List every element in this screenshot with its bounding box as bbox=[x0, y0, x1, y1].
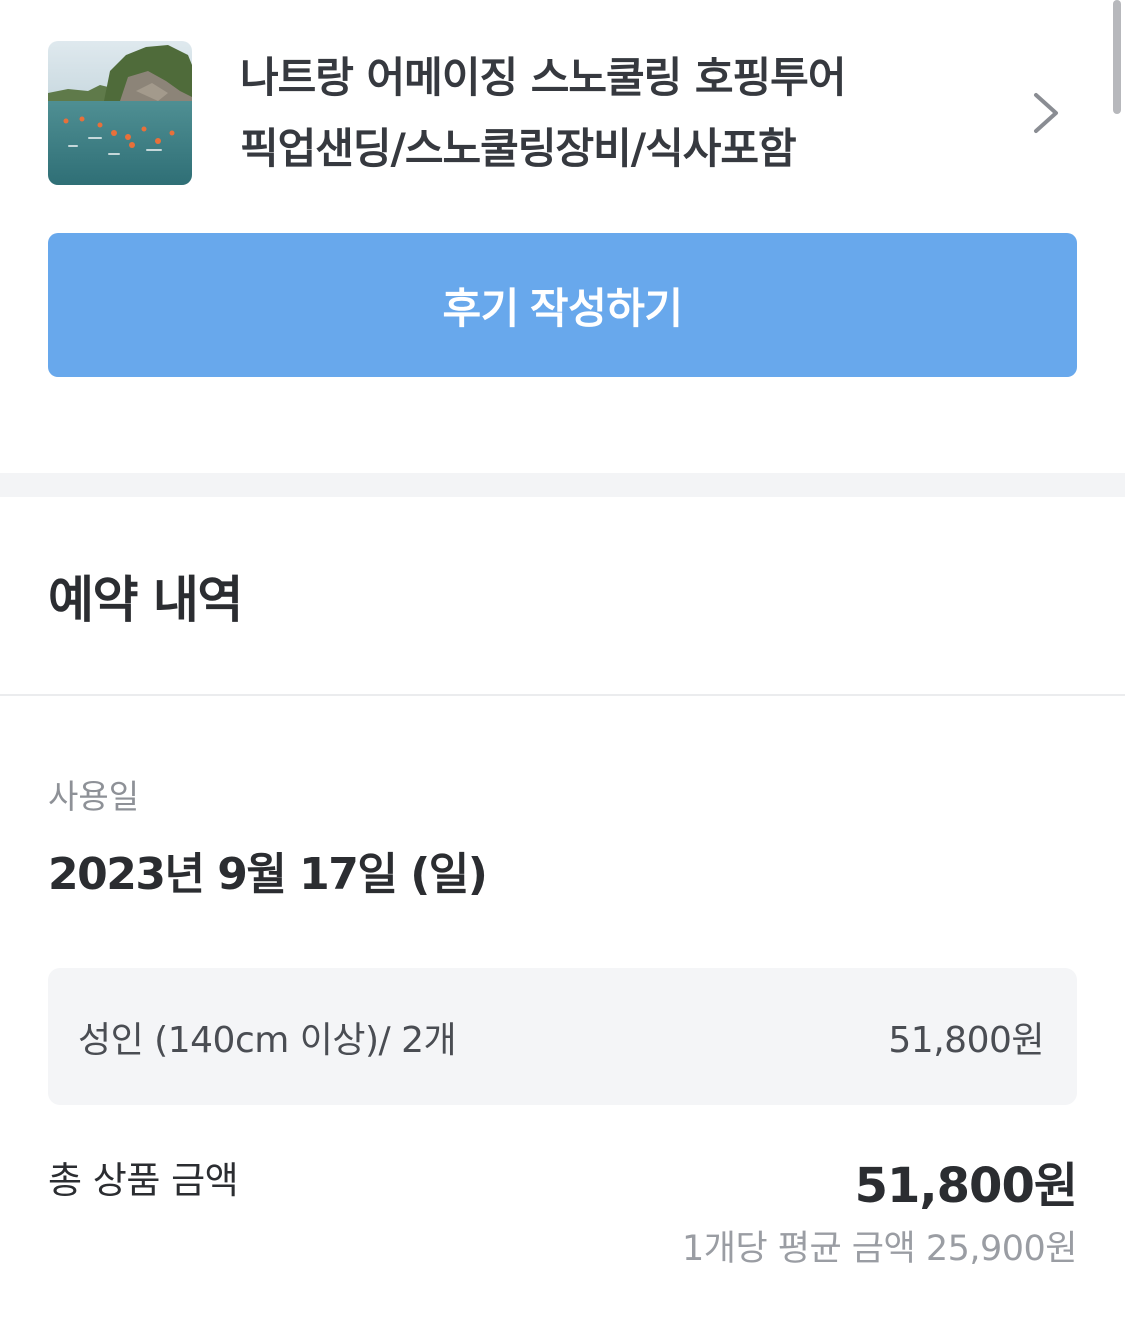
product-title-line2: 픽업샌딩/스노쿨링장비/식사포함 bbox=[240, 124, 797, 173]
order-item-price: 51,800원 bbox=[888, 1019, 1044, 1061]
section-divider-band bbox=[0, 473, 1125, 497]
total-price: 51,800원 bbox=[854, 1158, 1078, 1214]
product-title-line1: 나트랑 어메이징 스노쿨링 호핑투어 bbox=[240, 53, 846, 102]
average-price: 1개당 평균 금액 25,900원 bbox=[681, 1229, 1078, 1269]
use-date-label: 사용일 bbox=[48, 777, 140, 816]
total-label: 총 상품 금액 bbox=[48, 1159, 239, 1202]
product-thumbnail bbox=[48, 41, 192, 185]
write-review-button[interactable]: 후기 작성하기 bbox=[48, 233, 1077, 377]
use-date: 2023년 9월 17일 (일) bbox=[48, 849, 488, 900]
order-item-name: 성인 (140cm 이상)/ 2개 bbox=[78, 1019, 457, 1061]
order-item: 성인 (140cm 이상)/ 2개 51,800원 bbox=[48, 968, 1077, 1105]
scrollbar[interactable] bbox=[1113, 0, 1121, 114]
section-title: 예약 내역 bbox=[48, 571, 243, 629]
divider bbox=[0, 694, 1125, 696]
chevron-right-icon[interactable] bbox=[1026, 91, 1066, 135]
product-card[interactable]: 나트랑 어메이징 스노쿨링 호핑투어 픽업샌딩/스노쿨링장비/식사포함 bbox=[48, 41, 1078, 185]
product-title[interactable]: 나트랑 어메이징 스노쿨링 호핑투어 픽업샌딩/스노쿨링장비/식사포함 bbox=[240, 42, 960, 184]
